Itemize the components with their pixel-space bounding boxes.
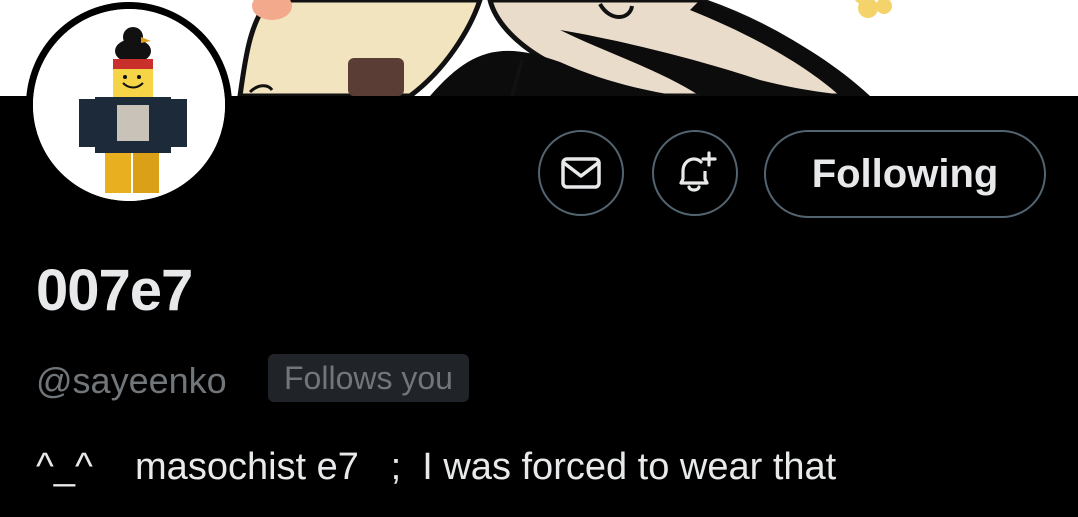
display-name: 007e7 — [36, 258, 193, 323]
avatar-image — [33, 9, 225, 201]
user-handle[interactable]: @sayeenko — [36, 360, 227, 402]
envelope-icon — [561, 157, 601, 189]
message-button[interactable] — [538, 130, 624, 216]
follows-you-label: Follows you — [284, 359, 453, 396]
follows-you-badge: Follows you — [268, 354, 469, 402]
avatar[interactable] — [26, 2, 232, 208]
following-button[interactable]: Following — [764, 130, 1046, 218]
bell-plus-icon — [679, 151, 717, 192]
profile-bio: ^_^ masochist e7 ; I was forced to wear … — [36, 446, 837, 488]
following-button-label: Following — [811, 151, 999, 196]
roblox-character-icon — [33, 9, 225, 201]
notifications-button[interactable] — [652, 130, 738, 216]
